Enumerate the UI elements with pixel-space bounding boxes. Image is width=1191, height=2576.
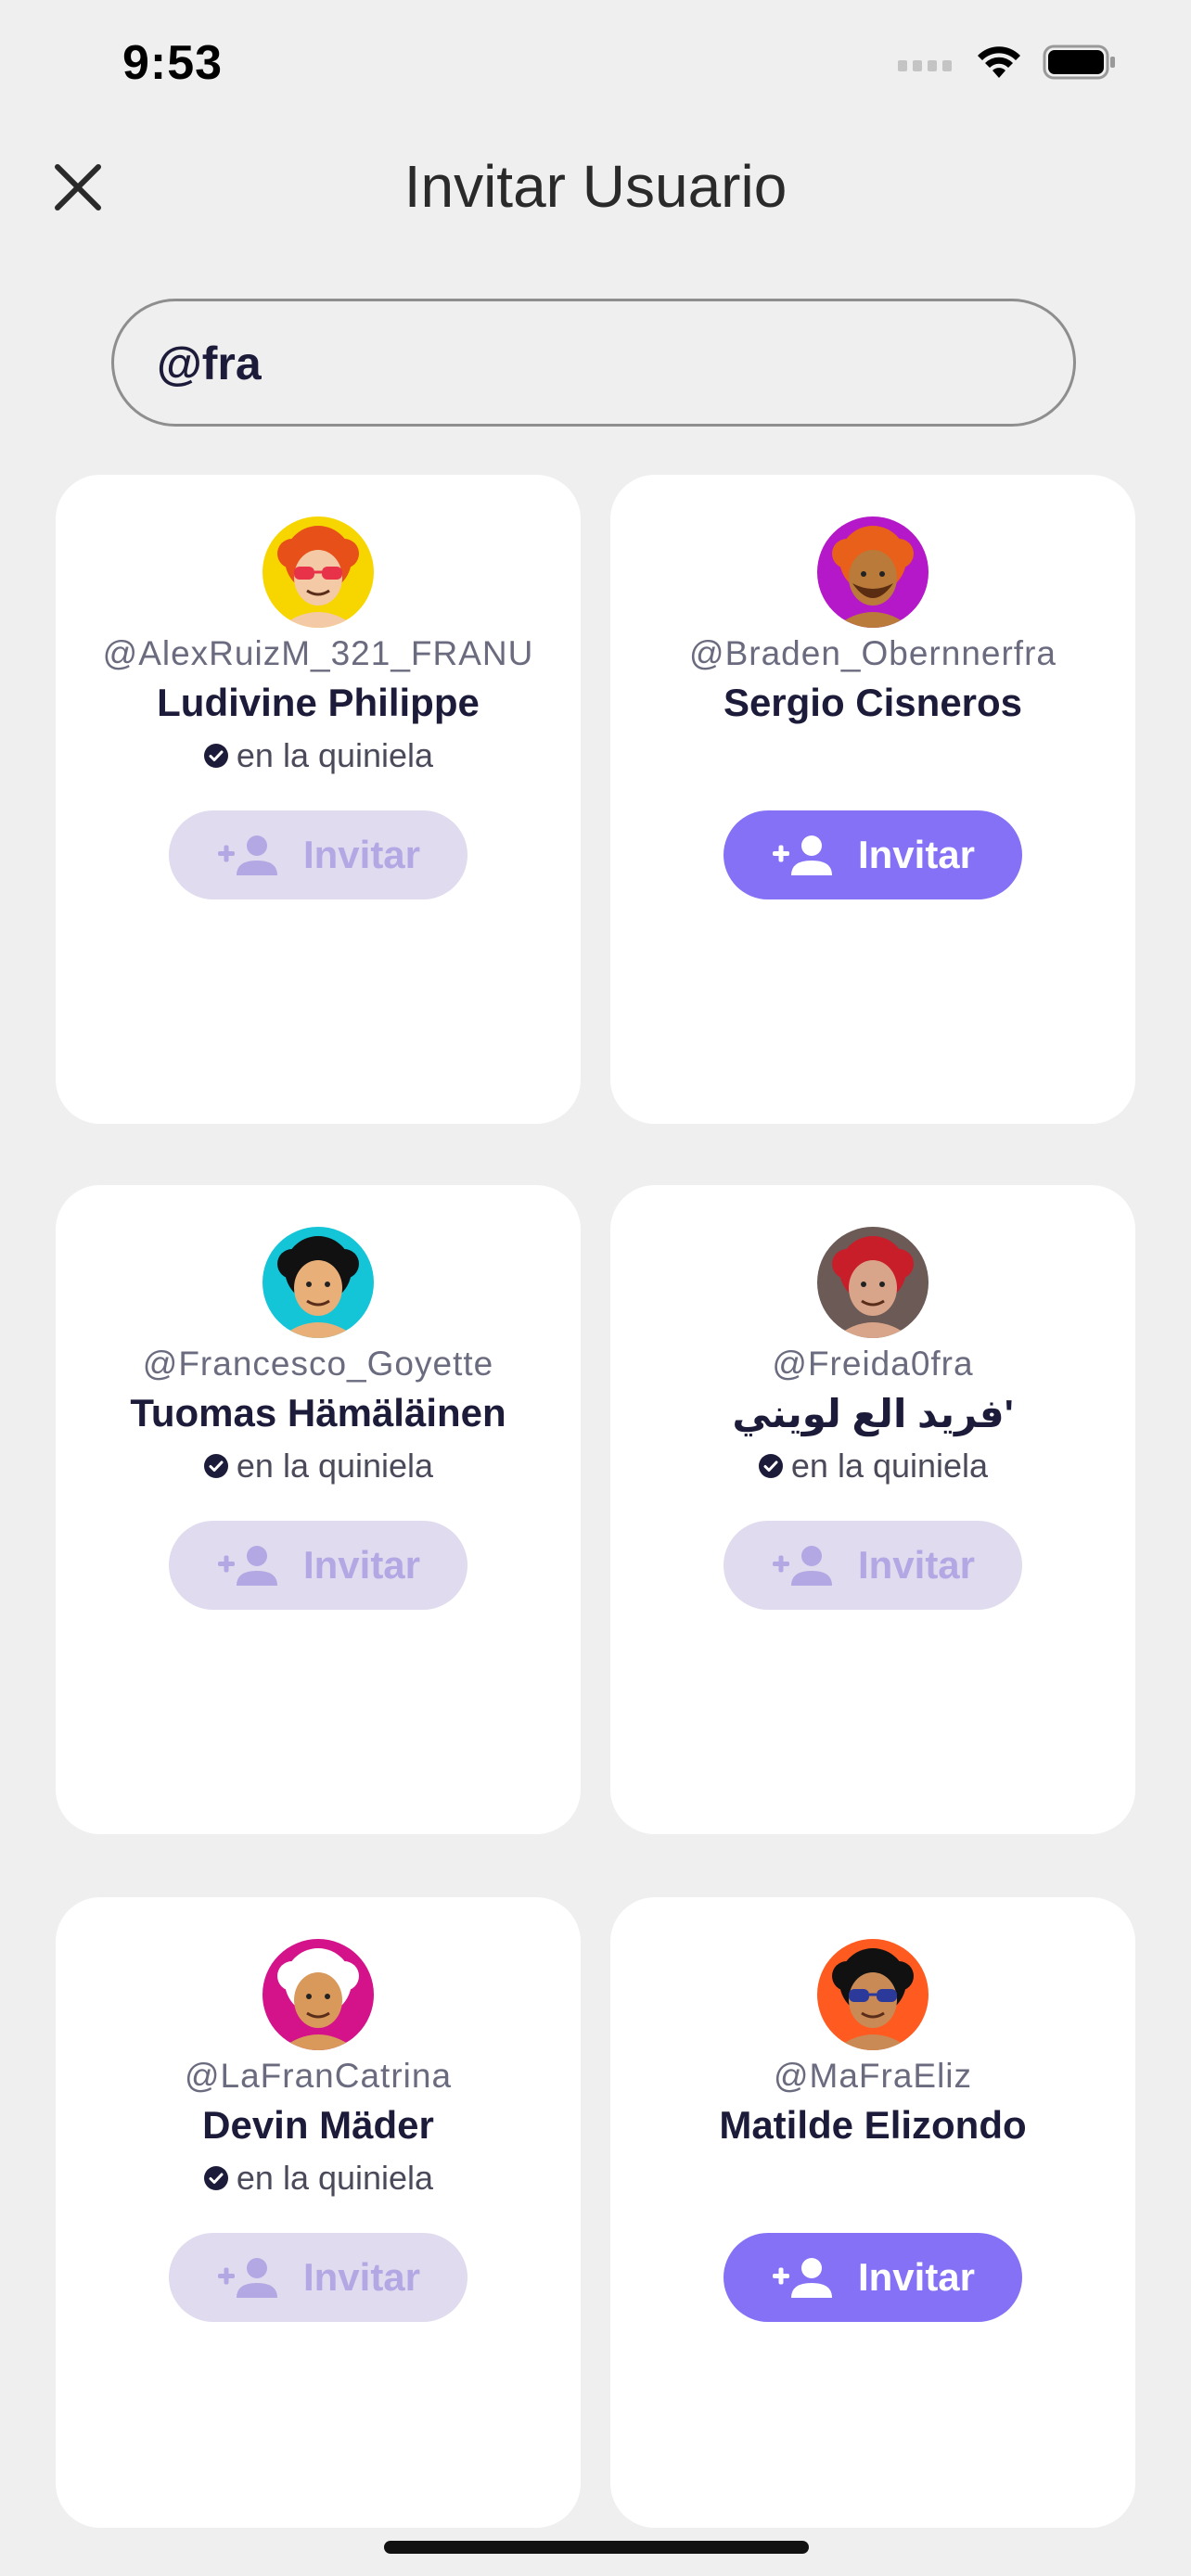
header: Invitar Usuario — [0, 139, 1191, 232]
status-text: en la quiniela — [236, 736, 434, 774]
avatar — [817, 1939, 928, 2050]
avatar-icon — [817, 1939, 928, 2050]
home-indicator — [384, 2541, 809, 2554]
user-card: @Francesco_Goyette Tuomas Hämäläinen en … — [56, 1185, 581, 1834]
status-bar: 9:53 — [0, 0, 1191, 130]
invite-button[interactable]: Invitar — [169, 810, 467, 899]
avatar-icon — [263, 516, 374, 628]
full-name: Ludivine Philippe — [157, 681, 480, 724]
search-input[interactable] — [155, 301, 1031, 426]
verified-check-icon — [203, 2166, 228, 2190]
add-user-icon — [217, 835, 277, 875]
invite-button[interactable]: Invitar — [724, 1521, 1022, 1610]
cellular-signal-icon — [898, 60, 952, 71]
username: @Francesco_Goyette — [142, 1345, 494, 1383]
user-card: @LaFranCatrina Devin Mäder en la quiniel… — [56, 1897, 581, 2528]
username: @AlexRuizM_321_FRANU — [102, 634, 534, 672]
status-label: en la quiniela — [56, 1447, 581, 1486]
invite-label: Invitar — [857, 2255, 976, 2299]
avatar — [263, 516, 374, 628]
wifi-icon — [978, 46, 1020, 78]
user-card: @Freida0fra فريد الع لويني' en la quinie… — [610, 1185, 1135, 1834]
status-icons — [898, 45, 1117, 80]
user-card: @AlexRuizM_321_FRANU Ludivine Philippe e… — [56, 475, 581, 1124]
status-time: 9:53 — [122, 36, 224, 90]
username: @MaFraEliz — [773, 2057, 973, 2095]
full-name: فريد الع لويني' — [732, 1392, 1014, 1435]
add-user-icon — [772, 835, 832, 875]
username: @Freida0fra — [772, 1345, 974, 1383]
add-user-icon — [217, 2258, 277, 2298]
full-name: Tuomas Hämäläinen — [130, 1391, 506, 1435]
verified-check-icon — [758, 1454, 783, 1478]
invite-label: Invitar — [857, 833, 976, 876]
page-title: Invitar Usuario — [403, 153, 788, 220]
avatar-icon — [263, 1939, 374, 2050]
verified-check-icon — [203, 744, 228, 768]
add-user-icon — [772, 1546, 832, 1586]
status-label: en la quiniela — [610, 1447, 1135, 1486]
status-label: en la quiniela — [56, 2159, 581, 2198]
full-name: Devin Mäder — [202, 2103, 434, 2147]
full-name: Matilde Elizondo — [719, 2103, 1027, 2147]
invite-button[interactable]: Invitar — [724, 810, 1022, 899]
invite-label: Invitar — [857, 1543, 976, 1587]
status-text: en la quiniela — [236, 1447, 434, 1485]
verified-check-icon — [203, 1454, 228, 1478]
search-field[interactable] — [111, 299, 1076, 427]
invite-label: Invitar — [302, 2255, 421, 2299]
avatar — [817, 1227, 928, 1338]
avatar-icon — [263, 1227, 374, 1338]
battery-icon — [1043, 45, 1115, 80]
invite-label: Invitar — [302, 833, 421, 876]
status-text: en la quiniela — [236, 2159, 434, 2197]
status-label: en la quiniela — [56, 736, 581, 775]
avatar — [817, 516, 928, 628]
invite-button[interactable]: Invitar — [169, 2233, 467, 2322]
add-user-icon — [772, 2258, 832, 2298]
avatar-icon — [817, 516, 928, 628]
username: @LaFranCatrina — [184, 2057, 453, 2095]
user-card: @MaFraEliz Matilde Elizondo Invitar — [610, 1897, 1135, 2528]
full-name: Sergio Cisneros — [723, 681, 1023, 724]
avatar — [263, 1227, 374, 1338]
invite-button[interactable]: Invitar — [724, 2233, 1022, 2322]
avatar-icon — [817, 1227, 928, 1338]
avatar — [263, 1939, 374, 2050]
username: @Braden_Obernnerfra — [689, 634, 1057, 672]
status-text: en la quiniela — [790, 1447, 989, 1485]
invite-button[interactable]: Invitar — [169, 1521, 467, 1610]
invite-label: Invitar — [302, 1543, 421, 1587]
add-user-icon — [217, 1546, 277, 1586]
user-card: @Braden_Obernnerfra Sergio Cisneros Invi… — [610, 475, 1135, 1124]
